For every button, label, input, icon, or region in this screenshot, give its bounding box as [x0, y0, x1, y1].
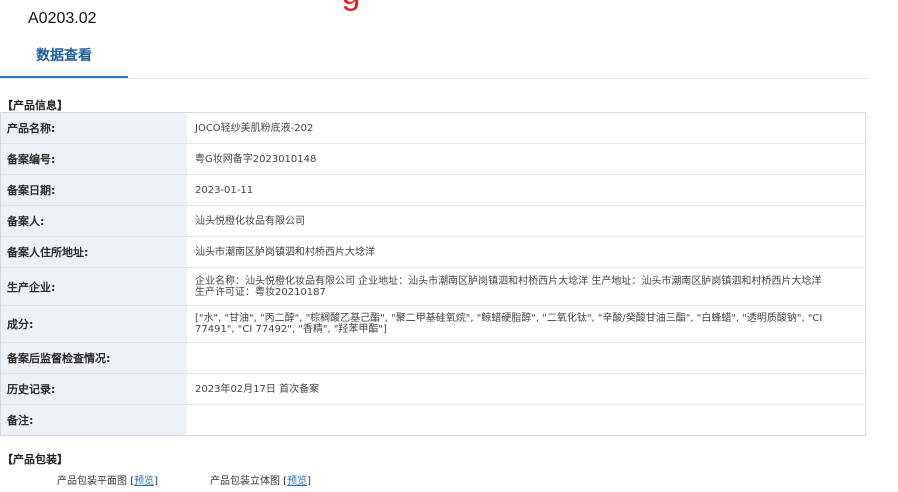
row-label: 备案编号: — [1, 144, 187, 174]
row-label: 生产企业: — [1, 268, 187, 305]
packaging-section-title: 【产品包装】 — [2, 453, 68, 466]
row-value — [187, 405, 865, 435]
row-label: 备注: — [1, 405, 187, 435]
bracket-close: ] — [154, 476, 158, 487]
table-row: 备案人: 汕头悦橙化妆品有限公司 — [1, 206, 865, 237]
product-info-section-title: 【产品信息】 — [2, 99, 68, 112]
table-row: 备案后监督检查情况: — [1, 343, 865, 374]
row-label: 产品名称: — [1, 113, 187, 143]
row-value: 2023-01-11 — [195, 184, 254, 196]
packaging-flat-label: 产品包装平面图 — [57, 476, 127, 487]
row-value: 粤G妆网备字2023010148 — [195, 153, 317, 165]
tab-bar: 数据查看 — [0, 38, 868, 79]
packaging-3d-label: 产品包装立体图 — [210, 476, 280, 487]
row-label: 成分: — [1, 306, 187, 342]
row-value: 汕头市潮南区胪岗镇泗和村桥西片大埝洋 — [195, 246, 375, 258]
row-value: JOCO轻纱美肌粉底液-202 — [195, 122, 314, 134]
row-label: 历史记录: — [1, 374, 187, 404]
row-value: 汕头悦橙化妆品有限公司 — [195, 215, 305, 227]
row-value — [187, 343, 865, 373]
packaging-3d-item: 产品包装立体图 [预览] — [210, 472, 311, 487]
table-row: 生产企业: 企业名称：汕头悦橙化妆品有限公司 企业地址：汕头市潮南区胪岗镇泗和村… — [1, 268, 865, 306]
table-row: 备注: — [1, 405, 865, 435]
preview-flat-link[interactable]: 预览 — [134, 476, 154, 487]
product-info-table: 产品名称: JOCO轻纱美肌粉底液-202 备案编号: 粤G妆网备字202301… — [0, 112, 866, 436]
row-label: 备案后监督检查情况: — [1, 343, 187, 373]
table-row: 备案日期: 2023-01-11 — [1, 175, 865, 206]
row-value: ["水", "甘油", "丙二醇", "棕榈酸乙基己酯", "聚二甲基硅氧烷",… — [195, 313, 823, 335]
table-row: 成分: ["水", "甘油", "丙二醇", "棕榈酸乙基己酯", "聚二甲基硅… — [1, 306, 865, 343]
table-row: 备案编号: 粤G妆网备字2023010148 — [1, 144, 865, 175]
row-value: 2023年02月17日 首次备案 — [195, 383, 320, 395]
record-code: A0203.02 — [28, 10, 97, 27]
table-row: 产品名称: JOCO轻纱美肌粉底液-202 — [1, 113, 865, 144]
packaging-flat-item: 产品包装平面图 [预览] — [57, 472, 158, 487]
red-title-fragment: - - g — [292, 0, 362, 13]
row-value: 企业名称：汕头悦橙化妆品有限公司 企业地址：汕头市潮南区胪岗镇泗和村桥西片大埝洋… — [195, 275, 822, 298]
bracket-close: ] — [307, 476, 311, 487]
row-label: 备案日期: — [1, 175, 187, 205]
table-row: 历史记录: 2023年02月17日 首次备案 — [1, 374, 865, 405]
row-label: 备案人住所地址: — [1, 237, 187, 267]
preview-3d-link[interactable]: 预览 — [287, 476, 307, 487]
row-label: 备案人: — [1, 206, 187, 236]
tab-data-view[interactable]: 数据查看 — [0, 38, 128, 78]
table-row: 备案人住所地址: 汕头市潮南区胪岗镇泗和村桥西片大埝洋 — [1, 237, 865, 268]
